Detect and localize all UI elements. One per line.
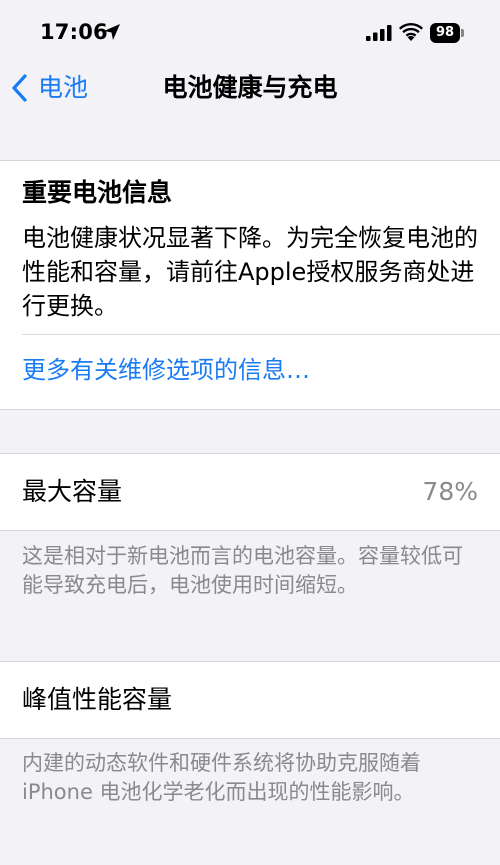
wifi-icon [399, 22, 423, 41]
navigation-bar: 电池 电池健康与充电 [0, 66, 500, 110]
battery-indicator: 98 [430, 23, 464, 43]
page-title: 电池健康与充电 [162, 73, 338, 102]
peak-performance-row: 峰值性能容量 [0, 661, 500, 739]
important-info-body: 电池健康状况显著下降。为完全恢复电池的性能和容量，请前往Apple授权服务商处进… [22, 224, 478, 320]
important-battery-info-card: 重要电池信息 电池健康状况显著下降。为完全恢复电池的性能和容量，请前往Apple… [0, 160, 500, 410]
important-info-title: 重要电池信息 [22, 178, 173, 207]
peak-performance-footnote: 内建的动态软件和硬件系统将协助克服随着 iPhone 电池化学老化而出现的性能影… [22, 751, 421, 804]
divider [22, 334, 500, 335]
maximum-capacity-label: 最大容量 [22, 477, 123, 506]
maximum-capacity-row: 最大容量 78% [0, 453, 500, 531]
location-arrow-icon [104, 24, 120, 40]
battery-health-screen: 17:06 98 电池 电池健康与充电 重要电池信息 电池健康状况显著下降。为完… [0, 0, 500, 865]
peak-performance-label: 峰值性能容量 [22, 685, 173, 714]
battery-level: 98 [435, 25, 455, 40]
service-options-link[interactable]: 更多有关维修选项的信息… [22, 352, 310, 388]
maximum-capacity-value: 78% [422, 477, 478, 506]
battery-cap [461, 29, 464, 37]
status-time: 17:06 [40, 20, 108, 44]
cellular-signal-icon [366, 25, 392, 41]
maximum-capacity-footnote: 这是相对于新电池而言的电池容量。容量较低可能导致充电后，电池使用时间缩短。 [22, 544, 463, 597]
status-bar: 17:06 98 [0, 0, 500, 66]
